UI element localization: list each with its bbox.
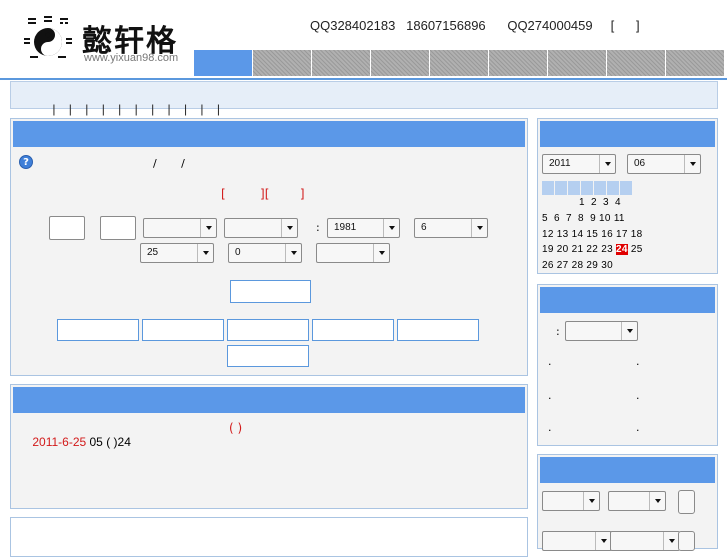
chevron-down-icon [595, 532, 611, 550]
panel-header [540, 287, 715, 313]
calendar-week-5: 26 27 28 29 30 [542, 260, 613, 271]
logo-url: www.yixuan98.com [84, 52, 179, 64]
bottom-panel [10, 517, 528, 557]
chevron-down-icon [285, 244, 301, 262]
panel-header [540, 457, 715, 483]
panel-header [13, 121, 525, 147]
panel-header [540, 121, 715, 147]
calendar-week-1: 1 2 3 4 [542, 197, 621, 208]
option-button-6[interactable] [227, 345, 309, 367]
chevron-down-icon [684, 155, 700, 173]
chevron-down-icon [583, 492, 599, 510]
tool-button-2[interactable] [678, 531, 695, 551]
calendar-week-3: 12 13 14 15 16 17 18 [542, 229, 643, 240]
list-dot: . [548, 355, 552, 368]
nav-tab-6[interactable] [489, 50, 547, 76]
nav-tab-9[interactable] [666, 50, 724, 76]
option-button-1[interactable] [57, 319, 139, 341]
chevron-down-icon [621, 322, 637, 340]
month-select[interactable]: 6 [414, 218, 488, 238]
chevron-down-icon [663, 532, 679, 550]
chevron-down-icon [383, 219, 399, 237]
chevron-down-icon [649, 492, 665, 510]
option-button-3[interactable] [227, 319, 309, 341]
birth-input-panel: ? / / [ ][ ] : 1981 6 25 0 [10, 118, 528, 376]
day-select[interactable]: 25 [140, 243, 214, 263]
chevron-down-icon [281, 219, 297, 237]
bracket-links[interactable]: [ ][ ] [221, 187, 305, 201]
taiji-logo-icon [24, 16, 72, 58]
option-button-5[interactable] [397, 319, 479, 341]
result-detail: 05 ( )24 [86, 435, 131, 449]
site-header: 懿轩格 www.yixuan98.com QQ328402183 1860715… [0, 0, 727, 80]
tool-select-1[interactable] [542, 491, 600, 511]
breadcrumb: | | | | | | | | | | | 2011 [10, 81, 718, 130]
option-button-4[interactable] [312, 319, 394, 341]
chevron-down-icon [599, 155, 615, 173]
nav-tab-2[interactable] [253, 50, 311, 76]
surname-input[interactable] [100, 216, 136, 240]
gender-select[interactable] [143, 218, 217, 238]
calendar-panel: 2011 06 1 2 3 4 5 6 7 8 9 10 11 12 13 14… [537, 118, 718, 274]
calendar-week-4: 19 20 21 22 23 24 25 [542, 244, 643, 255]
list-dot: . [636, 355, 640, 368]
calendar-today[interactable]: 24 [616, 244, 628, 255]
tool-select-2[interactable] [608, 491, 666, 511]
nav-tab-3[interactable] [312, 50, 370, 76]
name-input[interactable] [49, 216, 85, 240]
slash-text: / / [153, 157, 185, 170]
side-select[interactable] [565, 321, 638, 341]
weekday-header [542, 181, 633, 195]
minute-select[interactable] [316, 243, 390, 263]
side-tool-panel [537, 454, 718, 551]
colon-label: : [316, 221, 320, 234]
help-icon[interactable]: ? [19, 155, 33, 169]
chevron-down-icon [197, 244, 213, 262]
tool-button[interactable] [678, 490, 695, 514]
submit-button[interactable] [230, 280, 311, 303]
calendar-type-select[interactable] [224, 218, 298, 238]
chevron-down-icon [471, 219, 487, 237]
contact-info: QQ328402183 18607156896 QQ274000459 [ ] [310, 18, 640, 33]
result-date: 2011-6-25 [32, 435, 87, 449]
year-select[interactable]: 1981 [327, 218, 400, 238]
panel-header [13, 387, 525, 413]
colon-label: : [556, 325, 560, 338]
nav-tab-4[interactable] [371, 50, 429, 76]
result-paren-link[interactable]: ( ) [229, 421, 242, 435]
list-dot: . [548, 421, 552, 434]
chevron-down-icon [200, 219, 216, 237]
calendar-month-select[interactable]: 06 [627, 154, 701, 174]
side-query-panel: : . . . . . . [537, 284, 718, 446]
site-logo[interactable]: 懿轩格 www.yixuan98.com [18, 8, 198, 70]
list-dot: . [636, 389, 640, 402]
breadcrumb-links[interactable]: | | | | | | | | | | | [52, 102, 220, 116]
nav-tab-5[interactable] [430, 50, 488, 76]
option-button-2[interactable] [142, 319, 224, 341]
nav-tab-home[interactable] [194, 50, 252, 76]
hour-select[interactable]: 0 [228, 243, 302, 263]
list-dot: . [548, 389, 552, 402]
result-text: 2011-6-25 05 ( )24 [19, 421, 131, 463]
result-panel: 2011-6-25 05 ( )24 ( ) [10, 384, 528, 509]
nav-tab-8[interactable] [607, 50, 665, 76]
nav-tab-7[interactable] [548, 50, 606, 76]
calendar-year-select[interactable]: 2011 [542, 154, 616, 174]
tool-select-3[interactable] [542, 531, 612, 551]
chevron-down-icon [373, 244, 389, 262]
main-nav [194, 50, 725, 76]
tool-select-4[interactable] [610, 531, 680, 551]
calendar-week-2: 5 6 7 8 9 10 11 [542, 213, 625, 224]
list-dot: . [636, 421, 640, 434]
